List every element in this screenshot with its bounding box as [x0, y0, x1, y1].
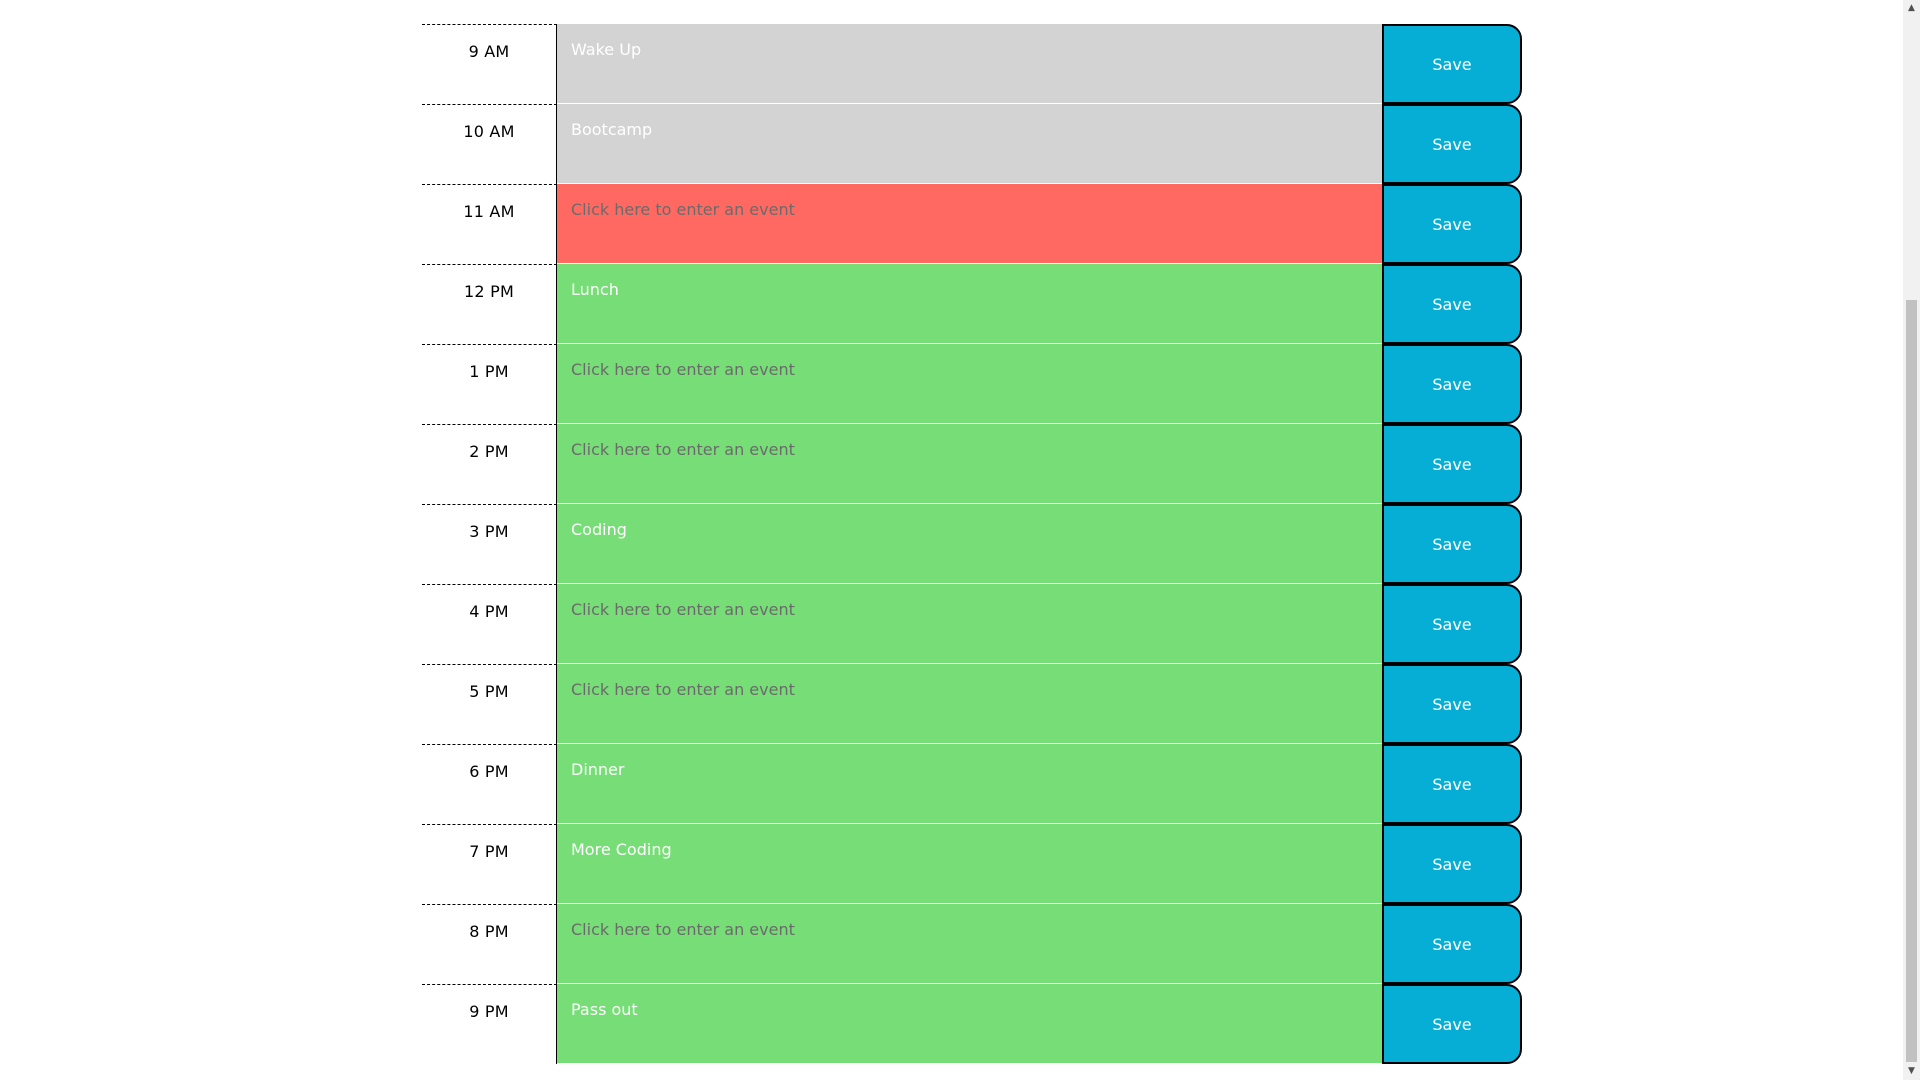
event-input[interactable]	[557, 504, 1382, 584]
event-input[interactable]	[557, 984, 1382, 1064]
event-input[interactable]	[557, 664, 1382, 744]
save-button[interactable]: Save	[1382, 984, 1522, 1064]
hour-label: 6 PM	[422, 744, 557, 824]
hour-label: 2 PM	[422, 424, 557, 504]
day-planner: 9 AM Save 10 AM Save 11 AM Save 12 PM Sa…	[422, 24, 1522, 1064]
event-input[interactable]	[557, 24, 1382, 104]
save-button[interactable]: Save	[1382, 664, 1522, 744]
time-block: 7 PM Save	[422, 824, 1522, 904]
vertical-scrollbar[interactable]: ▲ ▼	[1903, 0, 1920, 1080]
hour-label: 10 AM	[422, 104, 557, 184]
save-button[interactable]: Save	[1382, 184, 1522, 264]
save-button[interactable]: Save	[1382, 424, 1522, 504]
scrollbar-thumb[interactable]	[1906, 300, 1917, 1062]
hour-label: 8 PM	[422, 904, 557, 984]
save-button[interactable]: Save	[1382, 264, 1522, 344]
time-block: 8 PM Save	[422, 904, 1522, 984]
event-input[interactable]	[557, 904, 1382, 984]
hour-label: 9 PM	[422, 984, 557, 1064]
event-input[interactable]	[557, 584, 1382, 664]
save-button[interactable]: Save	[1382, 584, 1522, 664]
hour-label: 9 AM	[422, 24, 557, 104]
time-block: 1 PM Save	[422, 344, 1522, 424]
time-block: 9 AM Save	[422, 24, 1522, 104]
triangle-up-icon[interactable]: ▲	[1903, 0, 1920, 17]
save-button[interactable]: Save	[1382, 504, 1522, 584]
event-input[interactable]	[557, 824, 1382, 904]
time-block: 6 PM Save	[422, 744, 1522, 824]
save-button[interactable]: Save	[1382, 824, 1522, 904]
hour-label: 11 AM	[422, 184, 557, 264]
event-input[interactable]	[557, 184, 1382, 264]
hour-label: 7 PM	[422, 824, 557, 904]
save-button[interactable]: Save	[1382, 24, 1522, 104]
time-block: 5 PM Save	[422, 664, 1522, 744]
hour-label: 5 PM	[422, 664, 557, 744]
time-block: 4 PM Save	[422, 584, 1522, 664]
event-input[interactable]	[557, 344, 1382, 424]
event-input[interactable]	[557, 264, 1382, 344]
hour-label: 1 PM	[422, 344, 557, 424]
hour-label: 4 PM	[422, 584, 557, 664]
time-block: 10 AM Save	[422, 104, 1522, 184]
time-block: 11 AM Save	[422, 184, 1522, 264]
triangle-down-icon[interactable]: ▼	[1903, 1063, 1920, 1080]
hour-label: 3 PM	[422, 504, 557, 584]
save-button[interactable]: Save	[1382, 904, 1522, 984]
event-input[interactable]	[557, 104, 1382, 184]
event-input[interactable]	[557, 744, 1382, 824]
time-block: 12 PM Save	[422, 264, 1522, 344]
save-button[interactable]: Save	[1382, 744, 1522, 824]
save-button[interactable]: Save	[1382, 104, 1522, 184]
time-block: 3 PM Save	[422, 504, 1522, 584]
page: 9 AM Save 10 AM Save 11 AM Save 12 PM Sa…	[0, 0, 1920, 1080]
save-button[interactable]: Save	[1382, 344, 1522, 424]
event-input[interactable]	[557, 424, 1382, 504]
time-block: 2 PM Save	[422, 424, 1522, 504]
time-block: 9 PM Save	[422, 984, 1522, 1064]
hour-label: 12 PM	[422, 264, 557, 344]
